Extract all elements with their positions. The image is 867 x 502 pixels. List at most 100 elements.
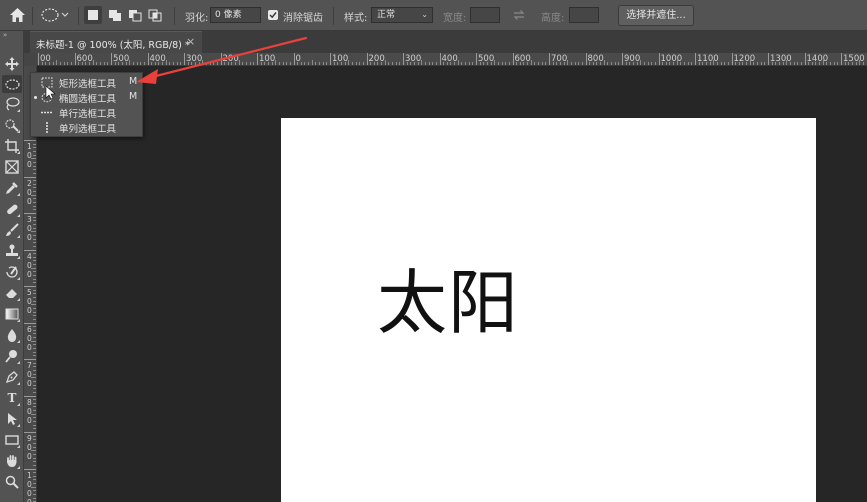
ruler-minor-tick: [129, 60, 131, 65]
clone-stamp-tool[interactable]: [2, 242, 22, 260]
ruler-minor-tick: [384, 60, 386, 65]
ruler-minor-tick: [33, 369, 36, 371]
flyout-item-ellipse-marquee[interactable]: 椭圆选框工具 M: [31, 90, 142, 105]
hand-tool[interactable]: [2, 452, 22, 470]
ruler-minor-tick: [33, 442, 36, 444]
ruler-minor-tick: [33, 344, 36, 346]
ruler-minor-tick: [33, 234, 36, 236]
ruler-minor-tick: [457, 60, 459, 65]
ruler-major-tick: [24, 286, 36, 287]
ruler-minor-tick: [33, 464, 36, 466]
ruler-minor-tick: [757, 62, 759, 65]
antialias-checkbox[interactable]: [268, 10, 278, 20]
rectangle-tool[interactable]: [2, 431, 22, 449]
ellipse-marquee-preset-icon[interactable]: [40, 6, 70, 24]
eyedropper-tool[interactable]: [2, 179, 22, 197]
ruler-tick-label: 100: [332, 54, 349, 64]
intersect-selection-icon[interactable]: [146, 6, 164, 24]
brush-tool[interactable]: [2, 221, 22, 239]
subtract-from-selection-icon[interactable]: [126, 6, 144, 24]
ruler-minor-tick: [797, 62, 799, 65]
ruler-minor-tick: [764, 62, 766, 65]
style-select[interactable]: 正常 ⌄: [371, 7, 433, 23]
dodge-tool[interactable]: [2, 347, 22, 365]
ruler-minor-tick: [253, 62, 255, 65]
flyout-item-single-column-marquee[interactable]: 单列选框工具: [31, 120, 142, 135]
new-selection-icon[interactable]: [84, 6, 102, 24]
ellipse-marquee-tool[interactable]: [2, 75, 22, 93]
ruler-minor-tick: [684, 62, 686, 65]
ruler-minor-tick: [33, 483, 36, 485]
ruler-minor-tick: [33, 402, 36, 404]
ruler-minor-tick: [209, 62, 211, 65]
type-tool[interactable]: T: [2, 389, 22, 407]
close-icon[interactable]: ×: [186, 35, 195, 48]
ruler-tick-label: 6 0 0: [27, 324, 32, 352]
lasso-tool[interactable]: [2, 95, 22, 113]
canvas-text-layer[interactable]: 太阳: [377, 247, 519, 348]
flyout-item-rect-marquee[interactable]: 矩形选框工具 M: [31, 75, 142, 90]
width-input[interactable]: [470, 7, 500, 23]
ruler-minor-tick: [33, 202, 36, 204]
ruler-minor-tick: [33, 472, 36, 474]
ruler-minor-tick: [319, 62, 321, 65]
ruler-minor-tick: [432, 62, 434, 65]
ruler-major-tick: [74, 53, 76, 65]
path-selection-tool[interactable]: [2, 410, 22, 428]
ruler-minor-tick: [33, 147, 36, 149]
ruler-minor-tick: [33, 362, 36, 364]
ruler-minor-tick: [640, 60, 642, 65]
ruler-major-tick: [24, 322, 36, 324]
gradient-tool[interactable]: [2, 305, 22, 323]
home-icon[interactable]: [8, 6, 26, 24]
move-tool[interactable]: [2, 55, 22, 73]
quick-selection-tool[interactable]: [2, 116, 22, 134]
panel-collapse-icon[interactable]: »: [3, 31, 7, 39]
ruler-major-tick: [147, 53, 149, 65]
ruler-minor-tick: [603, 60, 605, 65]
height-label: 高度:: [541, 13, 565, 24]
ruler-origin[interactable]: [24, 53, 37, 66]
zoom-tool[interactable]: [2, 473, 22, 491]
frame-tool[interactable]: [2, 158, 22, 176]
feather-input[interactable]: 0 像素: [210, 7, 261, 23]
ruler-minor-tick: [289, 62, 291, 65]
ruler-major-tick: [24, 249, 36, 251]
ruler-minor-tick: [59, 62, 61, 65]
ruler-minor-tick: [687, 62, 689, 65]
ruler-tick-label: 5 0 0: [27, 288, 32, 315]
ruler-major-tick: [24, 213, 36, 214]
horizontal-ruler[interactable]: 00 600 500 400 300 200 100 0 100 200 300 400 500 600 7…: [24, 53, 867, 66]
add-to-selection-icon[interactable]: [106, 6, 124, 24]
height-input[interactable]: [569, 7, 599, 23]
flyout-item-shortcut: M: [129, 91, 138, 102]
pen-tool[interactable]: [2, 368, 22, 386]
ruler-minor-tick: [355, 62, 357, 65]
ruler-tick-label: 100: [259, 54, 276, 64]
ruler-minor-tick: [315, 62, 317, 65]
document-tab[interactable]: 未标题-1 @ 100% (太阳, RGB/8) * ×: [30, 31, 202, 53]
ruler-tick-label: 1400: [806, 54, 829, 64]
document-canvas[interactable]: [281, 118, 816, 502]
ruler-minor-tick: [278, 62, 280, 65]
healing-brush-tool[interactable]: [2, 200, 22, 218]
ruler-minor-tick: [176, 62, 178, 65]
ruler-major-tick: [24, 140, 36, 141]
ruler-major-tick: [585, 53, 587, 65]
crop-tool[interactable]: [2, 137, 22, 155]
ruler-minor-tick: [33, 475, 36, 477]
ruler-minor-tick: [33, 333, 36, 335]
eraser-tool[interactable]: [2, 284, 22, 302]
ruler-minor-tick: [33, 435, 36, 437]
blur-tool[interactable]: [2, 326, 22, 344]
select-and-mask-button[interactable]: 选择并遮住...: [618, 5, 694, 26]
ruler-tick-label: 500: [478, 54, 495, 64]
ruler-major-tick: [24, 176, 36, 178]
ruler-major-tick: [658, 53, 660, 65]
ruler-minor-tick: [362, 62, 364, 65]
ruler-minor-tick: [33, 161, 36, 163]
ruler-minor-tick: [33, 253, 36, 255]
flyout-item-single-row-marquee[interactable]: 单行选框工具: [31, 105, 142, 120]
history-brush-tool[interactable]: [2, 263, 22, 281]
swap-dimensions-icon[interactable]: [510, 7, 528, 23]
